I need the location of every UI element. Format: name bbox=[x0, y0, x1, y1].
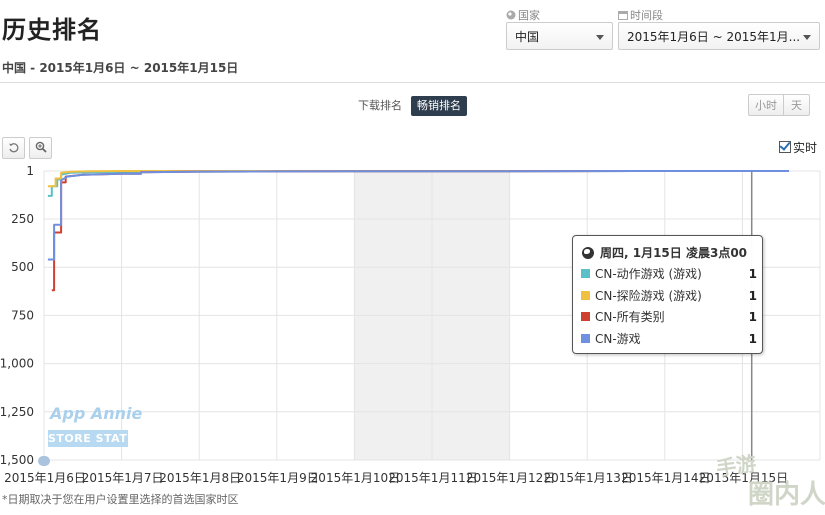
x-tick-label: 2015年1月10日 bbox=[311, 471, 400, 485]
watermark-line2: STORE STATS bbox=[48, 430, 136, 447]
comment-icon[interactable] bbox=[38, 456, 50, 466]
country-label-text: 国家 bbox=[518, 9, 540, 22]
reset-zoom-button[interactable] bbox=[2, 137, 25, 159]
y-tick-label: 250 bbox=[11, 212, 34, 226]
checkbox-checked-icon bbox=[779, 141, 791, 153]
tooltip-row-value: 1 bbox=[748, 267, 757, 281]
tab-sales-rank[interactable]: 畅销排名 bbox=[411, 96, 467, 116]
y-tick-label: 1,000 bbox=[0, 357, 34, 371]
x-tick-label: 2015年1月12日 bbox=[466, 471, 555, 485]
logo-line2: 圈内人 bbox=[748, 480, 825, 510]
period-label-text: 时间段 bbox=[630, 9, 663, 22]
timezone-footnote: *日期取决于您在用户设置里选择的首选国家时区 bbox=[2, 493, 239, 506]
app-annie-watermark: App Annie STORE STATS bbox=[48, 404, 142, 452]
undo-icon bbox=[9, 143, 19, 153]
site-logo: 手游 圈内人 bbox=[700, 444, 825, 514]
legend-swatch bbox=[581, 291, 590, 300]
tooltip-row-value: 1 bbox=[748, 310, 757, 324]
zoom-in-icon bbox=[35, 141, 47, 153]
chevron-down-icon bbox=[596, 35, 604, 40]
country-select-value: 中国 bbox=[515, 30, 540, 44]
tooltip-header: 周四, 1月15日 凌晨3点00 bbox=[582, 244, 747, 261]
calendar-icon bbox=[618, 11, 628, 20]
granularity-day-button[interactable]: 天 bbox=[783, 94, 810, 116]
country-filter-label: 国家 bbox=[506, 7, 540, 23]
y-tick-label: 1,500 bbox=[0, 453, 34, 467]
legend-swatch bbox=[581, 334, 590, 343]
tooltip-row-value: 1 bbox=[748, 332, 757, 346]
globe-icon bbox=[506, 10, 516, 20]
tooltip-row-label: CN-所有类别 bbox=[595, 310, 665, 324]
globe-icon bbox=[582, 247, 594, 259]
y-tick-label: 1,250 bbox=[0, 405, 34, 419]
x-tick-label: 2015年1月14日 bbox=[621, 471, 710, 485]
tooltip-row-label: CN-游戏 bbox=[595, 332, 641, 346]
y-tick-label: 1 bbox=[26, 164, 34, 178]
period-filter-label: 时间段 bbox=[618, 7, 663, 23]
chart-tooltip: 周四, 1月15日 凌晨3点00 CN-动作游戏 (游戏) 1 CN-探险游戏 … bbox=[572, 235, 763, 354]
tooltip-row: CN-游戏 1 bbox=[581, 330, 757, 348]
tooltip-row: CN-探险游戏 (游戏) 1 bbox=[581, 287, 757, 305]
chevron-down-icon bbox=[803, 35, 811, 40]
watermark-line1: App Annie bbox=[50, 404, 143, 423]
x-tick-label: 2015年1月9日 bbox=[237, 471, 319, 485]
period-select-value: 2015年1月6日 ~ 2015年1月... bbox=[627, 30, 801, 44]
x-tick-label: 2015年1月13日 bbox=[543, 471, 632, 485]
legend-swatch bbox=[581, 269, 590, 278]
tooltip-row: CN-动作游戏 (游戏) 1 bbox=[581, 265, 757, 283]
y-tick-label: 500 bbox=[11, 260, 34, 274]
country-select[interactable]: 中国 bbox=[506, 22, 613, 50]
x-tick-label: 2015年1月8日 bbox=[159, 471, 241, 485]
tooltip-row-label: CN-探险游戏 (游戏) bbox=[595, 289, 702, 303]
realtime-checkbox[interactable]: 实时 bbox=[779, 139, 817, 156]
realtime-label: 实时 bbox=[793, 141, 818, 155]
zoom-button[interactable] bbox=[29, 137, 52, 159]
page-title: 历史排名 bbox=[2, 16, 102, 44]
y-tick-label: 750 bbox=[11, 308, 34, 322]
period-select[interactable]: 2015年1月6日 ~ 2015年1月... bbox=[618, 22, 820, 50]
x-tick-label: 2015年1月7日 bbox=[82, 471, 164, 485]
page-subtitle: 中国 - 2015年1月6日 ~ 2015年1月15日 bbox=[2, 61, 239, 75]
x-tick-label: 2015年1月6日 bbox=[4, 471, 86, 485]
tooltip-row: CN-所有类别 1 bbox=[581, 308, 757, 326]
granularity-hour-button[interactable]: 小时 bbox=[748, 94, 784, 116]
tooltip-row-value: 1 bbox=[748, 289, 757, 303]
x-tick-label: 2015年1月11日 bbox=[388, 471, 477, 485]
tooltip-header-text: 周四, 1月15日 凌晨3点00 bbox=[600, 246, 748, 260]
tab-download-rank[interactable]: 下载排名 bbox=[358, 96, 402, 116]
header-divider bbox=[0, 82, 825, 83]
legend-swatch bbox=[581, 312, 590, 321]
tooltip-row-label: CN-动作游戏 (游戏) bbox=[595, 267, 702, 281]
